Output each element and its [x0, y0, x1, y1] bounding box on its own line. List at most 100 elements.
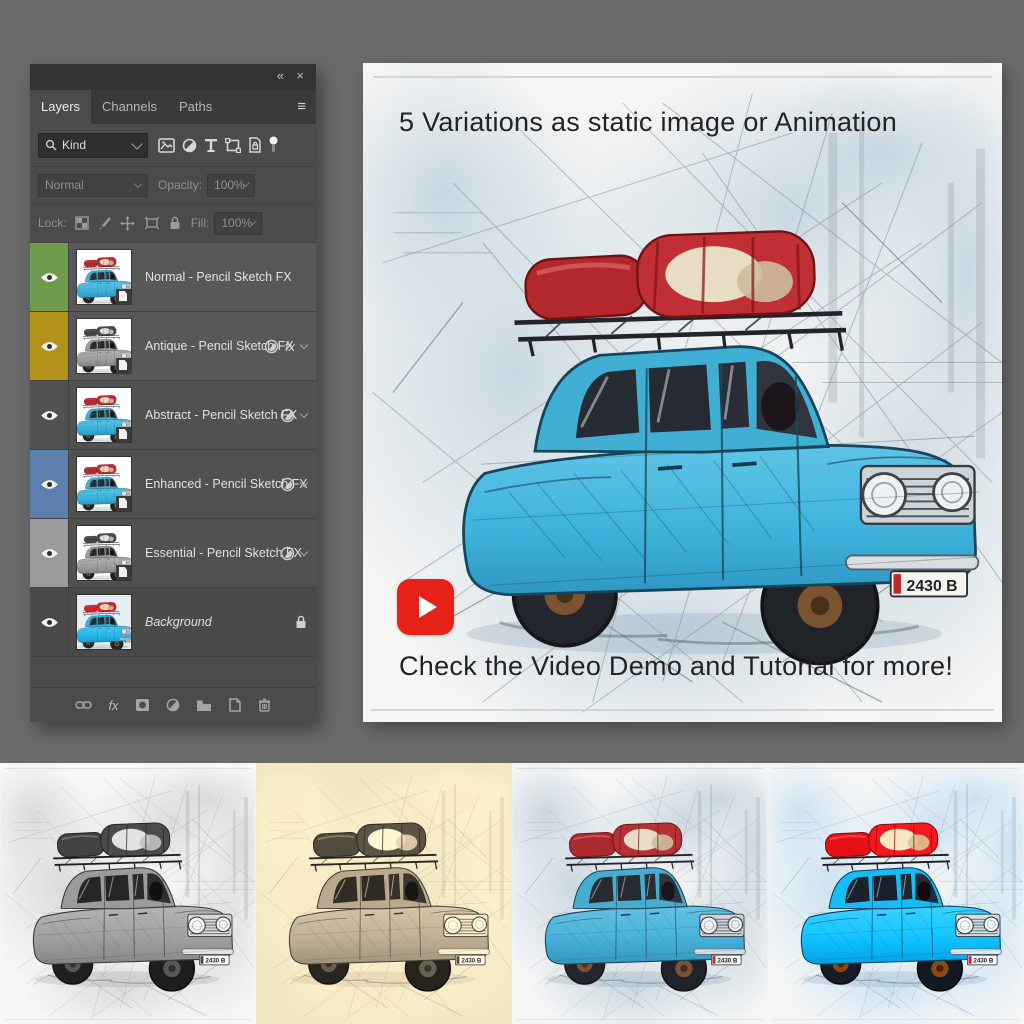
lock-all-icon[interactable]	[169, 216, 181, 230]
layer-row-enhanced[interactable]: Enhanced - Pencil Sketch FX	[30, 450, 316, 519]
opacity-value: 100%	[214, 178, 245, 192]
smart-object-filter-icon[interactable]	[248, 137, 262, 153]
layer-row-normal[interactable]: Normal - Pencil Sketch FX	[30, 243, 316, 312]
tab-paths[interactable]: Paths	[168, 90, 223, 124]
layers-panel-footer: fx	[30, 687, 316, 722]
blend-mode-select[interactable]: Normal	[38, 174, 148, 197]
variation-tile-bw	[0, 763, 256, 1024]
eye-icon	[40, 409, 59, 422]
smart-filter-icon[interactable]	[280, 477, 295, 492]
layers-panel: « × Layers Channels Paths ≡ Kind	[30, 64, 316, 722]
layer-thumbnail[interactable]	[77, 526, 131, 580]
layer-name[interactable]: Normal - Pencil Sketch FX	[145, 270, 292, 284]
eye-icon	[40, 271, 59, 284]
footline-text: Check the Video Demo and Tutorial for mo…	[399, 651, 953, 682]
panel-menu-icon[interactable]: ≡	[297, 90, 306, 124]
visibility-toggle[interactable]	[30, 519, 69, 587]
chevron-down-icon	[134, 179, 142, 187]
layer-thumbnail[interactable]	[77, 595, 131, 649]
layer-thumbnail[interactable]	[77, 319, 131, 373]
smart-object-badge-icon	[116, 565, 131, 580]
lock-options-bar: Lock: Fill:	[30, 204, 316, 243]
layer-row-background[interactable]: Background	[30, 588, 316, 657]
lock-transparency-icon[interactable]	[75, 216, 89, 230]
smart-filter-icon[interactable]	[264, 339, 279, 354]
lock-pixels-brush-icon[interactable]	[98, 216, 111, 230]
delete-layer-trash-icon[interactable]	[258, 698, 271, 712]
chevron-down-icon[interactable]	[300, 478, 308, 486]
visibility-toggle[interactable]	[30, 312, 69, 380]
youtube-play-button[interactable]	[397, 579, 454, 635]
tab-channels[interactable]: Channels	[91, 90, 168, 124]
layer-filter-bar: Kind	[30, 124, 316, 167]
filter-kind-select[interactable]: Kind	[38, 133, 148, 158]
visibility-toggle[interactable]	[30, 588, 69, 656]
adjustment-layer-filter-icon[interactable]	[182, 138, 197, 153]
lock-icon[interactable]	[295, 615, 307, 629]
opacity-label: Opacity:	[158, 178, 202, 192]
layer-name[interactable]: Essential - Pencil Sketch FX	[145, 546, 302, 560]
visibility-toggle[interactable]	[30, 381, 69, 449]
lock-artboard-icon[interactable]	[144, 216, 160, 230]
layer-name[interactable]: Abstract - Pencil Sketch FX	[145, 408, 297, 422]
layer-row-essential[interactable]: Essential - Pencil Sketch FX	[30, 519, 316, 588]
add-mask-icon[interactable]	[135, 698, 150, 712]
sketch-car-artwork	[363, 63, 1002, 722]
type-layer-filter-icon[interactable]	[204, 138, 218, 153]
pixel-layer-filter-icon[interactable]	[158, 138, 175, 153]
variation-color-soft-artwork	[512, 763, 768, 1024]
layer-list: Normal - Pencil Sketch FX Antique - Penc…	[30, 243, 316, 657]
variation-color-strong-artwork	[768, 763, 1024, 1024]
shape-layer-filter-icon[interactable]	[225, 138, 241, 153]
search-icon	[45, 139, 57, 151]
variation-tile-color-soft	[512, 763, 768, 1024]
chevron-down-icon[interactable]	[300, 547, 308, 555]
eye-icon	[40, 478, 59, 491]
layer-thumbnail[interactable]	[77, 457, 131, 511]
blend-mode-value: Normal	[45, 178, 84, 192]
visibility-toggle[interactable]	[30, 450, 69, 518]
eye-icon	[40, 547, 59, 560]
filtering-toggle-icon[interactable]	[269, 136, 278, 154]
variations-strip	[0, 763, 1024, 1024]
collapse-panel-icon[interactable]: «	[277, 68, 284, 83]
layer-row-abstract[interactable]: Abstract - Pencil Sketch FX	[30, 381, 316, 450]
layer-style-fx-icon[interactable]: fx	[108, 698, 118, 713]
chevron-down-icon	[131, 138, 142, 149]
lock-position-move-icon[interactable]	[120, 216, 135, 231]
panel-titlebar: « ×	[30, 64, 316, 90]
variation-bw-artwork	[0, 763, 256, 1024]
chevron-down-icon[interactable]	[300, 340, 308, 348]
opacity-value-select[interactable]: 100%	[207, 174, 255, 197]
layer-row-antique[interactable]: Antique - Pencil Sketch FX fx	[30, 312, 316, 381]
link-layers-icon[interactable]	[75, 700, 92, 710]
smart-filter-icon[interactable]	[280, 546, 295, 561]
smart-object-badge-icon	[116, 358, 131, 373]
variation-antique-artwork	[256, 763, 512, 1024]
blend-options-bar: Normal Opacity: 100%	[30, 167, 316, 204]
tab-layers[interactable]: Layers	[30, 90, 91, 124]
layer-name[interactable]: Background	[145, 615, 212, 629]
smart-object-badge-icon	[116, 289, 131, 304]
fill-label: Fill:	[191, 216, 210, 230]
chevron-down-icon[interactable]	[300, 409, 308, 417]
close-panel-icon[interactable]: ×	[296, 68, 304, 83]
eye-icon	[40, 616, 59, 629]
variation-tile-antique	[256, 763, 512, 1024]
variation-tile-color-strong	[768, 763, 1024, 1024]
layer-thumbnail[interactable]	[77, 250, 131, 304]
new-adjustment-layer-icon[interactable]	[166, 698, 180, 712]
smart-filter-icon[interactable]	[280, 408, 295, 423]
new-group-folder-icon[interactable]	[196, 699, 212, 712]
smart-object-badge-icon	[116, 496, 131, 511]
new-layer-icon[interactable]	[228, 698, 242, 712]
fx-badge[interactable]: fx	[285, 339, 295, 354]
headline-text: 5 Variations as static image or Animatio…	[399, 107, 897, 138]
preview-artwork: 5 Variations as static image or Animatio…	[363, 63, 1002, 722]
layer-thumbnail[interactable]	[77, 388, 131, 442]
fill-value-select[interactable]: 100%	[214, 212, 262, 235]
fill-value: 100%	[221, 216, 252, 230]
smart-object-badge-icon	[116, 427, 131, 442]
visibility-toggle[interactable]	[30, 243, 69, 311]
eye-icon	[40, 340, 59, 353]
